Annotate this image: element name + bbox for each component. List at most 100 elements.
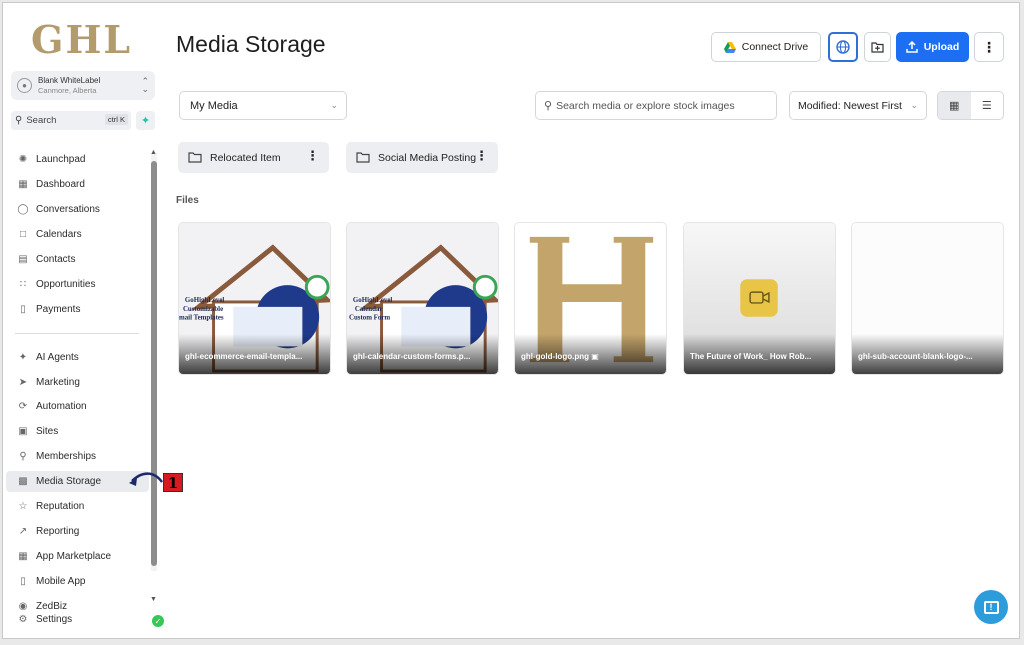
grid-view-icon[interactable]: ▦ [938, 92, 971, 119]
file-name-text: ghl-gold-logo.png [521, 352, 589, 361]
sidebar-item-marketing[interactable]: ➤ Marketing [6, 372, 149, 393]
folder-card[interactable]: Social Media Posting ⋮ [346, 142, 498, 173]
file-card[interactable]: GoHighLevel Customizable mail Templates … [178, 222, 331, 375]
sidebar-item-reputation[interactable]: ☆ Reputation [6, 496, 149, 517]
sidebar-item-label: Calendars [36, 229, 82, 240]
calendar-icon: □ [19, 229, 27, 240]
sidebar-item-ai-agents[interactable]: ✦ AI Agents [6, 347, 149, 368]
chevron-updown-icon: ⌃ ⌄ [141, 76, 149, 94]
scroll-up-icon[interactable]: ▲ [150, 149, 157, 156]
file-card[interactable]: GoHighLevel Calendar Custom Form ghl-cal… [346, 222, 499, 375]
sidebar-item-sites[interactable]: ▣ Sites [6, 421, 149, 442]
account-switcher[interactable]: ● Blank WhiteLabel Canmore, Alberta ⌃ ⌄ [11, 71, 155, 100]
upload-label: Upload [923, 41, 960, 53]
sparkle-icon: ✦ [18, 352, 28, 363]
ai-sparkle-button[interactable]: ✦ [136, 111, 155, 130]
sidebar-item-dashboard[interactable]: ▦ Dashboard [6, 174, 149, 195]
file-name: ghl-ecommerce-email-templa... [185, 352, 303, 361]
sidebar-item-label: Conversations [36, 204, 100, 215]
status-dot[interactable]: ✓ [152, 615, 164, 627]
svg-text:Custom Form: Custom Form [349, 315, 390, 322]
upload-button[interactable]: Upload [896, 32, 969, 62]
file-card[interactable]: ghl-gold-logo.png ▣ [514, 222, 667, 375]
folder-icon [356, 152, 370, 163]
brand-logo[interactable]: GHL [31, 17, 132, 62]
user-icon: ● [17, 78, 32, 93]
svg-text:GoHighLevel: GoHighLevel [353, 297, 393, 304]
sidebar-item-settings[interactable]: ⚙ Settings [6, 609, 149, 630]
sidebar: GHL ● Blank WhiteLabel Canmore, Alberta … [3, 3, 166, 638]
image-icon: ▩ [18, 476, 28, 487]
scrollbar-thumb[interactable] [151, 161, 157, 566]
nav-divider [15, 333, 139, 334]
sidebar-item-label: Opportunities [36, 279, 96, 290]
folder-card[interactable]: Relocated Item ⋮ [178, 142, 329, 173]
help-widget-button[interactable]: ! [974, 590, 1008, 624]
file-card[interactable]: ghl-sub-account-blank-logo-... [851, 222, 1004, 375]
sidebar-item-app-marketplace[interactable]: ▦ App Marketplace [6, 546, 149, 567]
sidebar-scrollbar[interactable]: ▲ ▼ [150, 149, 157, 603]
new-folder-button[interactable] [864, 32, 891, 62]
star-icon: ☆ [18, 501, 28, 512]
sidebar-item-payments[interactable]: ▯ Payments [6, 299, 149, 320]
file-name: ghl-sub-account-blank-logo-... [858, 352, 973, 361]
sidebar-item-label: Automation [36, 401, 87, 412]
upload-icon [905, 41, 918, 53]
sidebar-item-label: Sites [36, 426, 59, 437]
search-icon: ⚲ [15, 115, 23, 126]
contact-card-icon: ▤ [18, 254, 28, 265]
sidebar-item-automation[interactable]: ⟳ Automation [6, 396, 149, 417]
list-view-icon[interactable]: ☰ [971, 92, 1004, 119]
sidebar-item-label: Payments [36, 304, 81, 315]
sidebar-item-contacts[interactable]: ▤ Contacts [6, 249, 149, 270]
sidebar-item-label: Settings [36, 614, 73, 625]
badge-icon: ⚲ [19, 451, 27, 462]
search-label: Search [26, 115, 57, 126]
sidebar-item-label: App Marketplace [36, 551, 112, 562]
sidebar-item-reporting[interactable]: ↗ Reporting [6, 521, 149, 542]
image-type-icon: ▣ [591, 352, 599, 361]
sidebar-item-memberships[interactable]: ⚲ Memberships [6, 446, 149, 467]
folder-icon [188, 152, 202, 163]
sidebar-search[interactable]: ⚲ Search ctrl K [11, 111, 131, 130]
funnel-icon: ∷ [19, 279, 27, 290]
kebab-icon[interactable]: ⋮ [475, 148, 488, 164]
connect-drive-button[interactable]: Connect Drive [711, 32, 821, 62]
view-toggle[interactable]: ▦ ☰ [937, 91, 1004, 120]
sidebar-item-label: Launchpad [36, 154, 86, 165]
sidebar-item-mobile-app[interactable]: ▯ Mobile App [6, 571, 149, 592]
scroll-down-icon[interactable]: ▼ [150, 596, 157, 603]
phone-icon: ▯ [20, 576, 26, 587]
svg-text:mail Templates: mail Templates [179, 315, 224, 322]
media-source-select[interactable]: My Media ⌄ [179, 91, 347, 120]
sidebar-item-label: Media Storage [36, 476, 102, 487]
globe-icon: ▣ [18, 426, 28, 437]
svg-text:GoHighLevel: GoHighLevel [185, 297, 225, 304]
file-card[interactable]: The Future of Work_ How Rob... [683, 222, 836, 375]
chevron-down-icon: ⌄ [910, 100, 918, 110]
annotation-badge: 1 [163, 473, 183, 492]
sort-select[interactable]: Modified: Newest First ⌄ [789, 91, 927, 120]
svg-text:Customizable: Customizable [183, 306, 223, 313]
file-name: ghl-gold-logo.png ▣ [521, 352, 661, 361]
folder-name: Social Media Posting [378, 151, 477, 164]
sidebar-item-launchpad[interactable]: ✺ Launchpad [6, 149, 149, 170]
globe-icon [836, 40, 850, 54]
sidebar-item-opportunities[interactable]: ∷ Opportunities [6, 274, 149, 295]
media-search-input[interactable]: ⚲ Search media or explore stock images [535, 91, 777, 120]
more-options-button[interactable]: ⋮ [974, 32, 1004, 62]
sidebar-item-label: Dashboard [36, 179, 85, 190]
apps-icon: ▦ [18, 551, 28, 562]
search-shortcut: ctrl K [104, 114, 128, 125]
search-icon: ⚲ [544, 100, 553, 112]
folder-name: Relocated Item [210, 151, 281, 164]
rocket-icon: ✺ [18, 154, 28, 165]
sidebar-item-conversations[interactable]: ◯ Conversations [6, 199, 149, 220]
automation-icon: ⟳ [18, 401, 28, 412]
kebab-icon[interactable]: ⋮ [306, 148, 319, 164]
sidebar-item-calendars[interactable]: □ Calendars [6, 224, 149, 245]
media-source-value: My Media [190, 99, 238, 112]
sidebar-item-label: Marketing [36, 377, 80, 388]
stock-media-button[interactable] [828, 32, 858, 62]
grid-icon: ▦ [18, 179, 28, 190]
